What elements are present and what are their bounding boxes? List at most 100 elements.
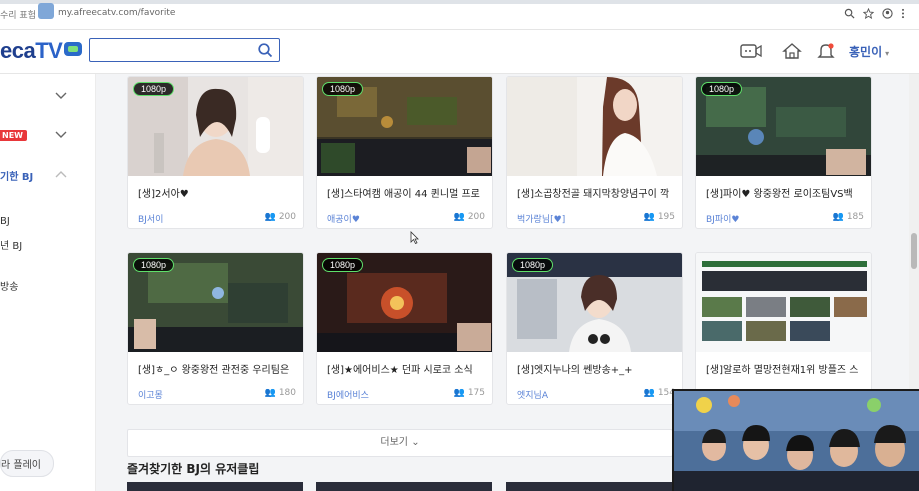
stream-thumbnail[interactable]: 1080p xyxy=(696,77,871,176)
stream-card[interactable]: 1080p [생]2서아♥ BJ서이 👥 200 xyxy=(127,76,304,229)
stream-card[interactable]: 1080p [생]스타여캠 애공이 44 퀸니멀 프로 애공이♥ 👥 200 xyxy=(316,76,493,229)
stream-meta: 이고몽 👥 180 xyxy=(138,388,296,401)
viewers-icon: 👥 xyxy=(643,388,658,398)
viewer-number: 195 xyxy=(657,212,675,222)
bj-name[interactable]: BJ에어비스 xyxy=(327,391,369,401)
stream-meta: BJ서이 👥 200 xyxy=(138,212,296,225)
clip-thumbnail[interactable] xyxy=(316,482,492,491)
logo-tv-text: TV xyxy=(35,38,63,63)
viewer-count: 👥 154 xyxy=(644,388,675,398)
stream-card[interactable]: [생]소곱창전골 돼지막창양념구이 깍 벅가랑님[♥] 👥 195 xyxy=(506,76,683,229)
scrollbar-thumb[interactable] xyxy=(911,233,917,269)
account-icon[interactable] xyxy=(882,8,893,19)
viewers-icon: 👥 xyxy=(643,212,658,222)
more-button[interactable]: 더보기 ⌄ xyxy=(127,429,673,457)
viewer-number: 180 xyxy=(278,388,296,398)
sidebar-item-favorite-bj[interactable]: 기한 BJ xyxy=(0,168,33,183)
bookmark-label[interactable]: 수리 표험 xyxy=(0,8,36,21)
browser-tab-strip xyxy=(0,0,919,4)
section-title: 즐겨찾기한 BJ의 유저클립 xyxy=(127,462,260,476)
viewers-icon: 👥 xyxy=(453,212,468,222)
stream-thumbnail[interactable]: 1080p xyxy=(128,77,303,176)
stream-thumbnail[interactable]: 1080p xyxy=(507,253,682,352)
viewer-count: 👥 195 xyxy=(644,212,675,222)
sidebar-item-bj[interactable]: BJ xyxy=(0,216,10,227)
bj-name[interactable]: 벅가랑님[♥] xyxy=(517,215,565,225)
stream-card[interactable]: 1080p [생]엣지누나의 쎈방송+_+ 엣지님A 👥 154 xyxy=(506,252,683,405)
address-bar[interactable]: my.afreecatv.com/favorite xyxy=(58,8,175,18)
viewers-icon: 👥 xyxy=(264,388,279,398)
stream-card[interactable]: 1080p [생]ㅎ_ㅇ 왕중왕전 관전중 우리팀은 이고몽 👥 180 xyxy=(127,252,304,405)
new-badge: NEW xyxy=(0,130,27,141)
zoom-icon[interactable] xyxy=(844,8,855,19)
stream-thumbnail[interactable]: 1080p xyxy=(128,253,303,352)
stream-card[interactable]: 1080p [생]★에어비스★ 던파 시로코 소식 BJ에어비스 👥 175 xyxy=(316,252,493,405)
bj-name[interactable]: BJ파이♥ xyxy=(706,215,739,225)
stream-title[interactable]: [생]ㅎ_ㅇ 왕중왕전 관전중 우리팀은 xyxy=(138,361,298,376)
stream-thumbnail[interactable]: 1080p xyxy=(317,253,492,352)
left-sidebar: NEW 기한 BJ BJ 년 BJ 방송 라 플레이 xyxy=(0,74,96,491)
tv-mascot-icon xyxy=(64,42,83,56)
viewer-count: 👥 200 xyxy=(265,212,296,222)
search-input[interactable] xyxy=(96,42,256,58)
quality-badge: 1080p xyxy=(322,258,364,272)
user-menu[interactable]: 홍민이 ▾ xyxy=(849,43,889,60)
viewer-count: 👥 200 xyxy=(454,212,485,222)
bj-name[interactable]: BJ서이 xyxy=(138,215,163,225)
stream-title[interactable]: [생]파이♥ 왕중왕전 로이조팀VS백 xyxy=(706,185,866,200)
mouse-cursor-icon xyxy=(410,231,419,244)
stream-title[interactable]: [생]알로하 멸망전현재1위 방플즈 스 xyxy=(706,361,866,376)
search-icon[interactable] xyxy=(257,42,273,58)
stream-meta: BJ에어비스 👥 175 xyxy=(327,388,485,401)
stream-thumbnail[interactable] xyxy=(507,77,682,176)
site-logo[interactable]: ecaTV xyxy=(0,38,83,64)
viewer-count: 👥 180 xyxy=(265,388,296,398)
stream-thumbnail[interactable] xyxy=(696,253,871,352)
stream-thumbnail[interactable]: 1080p xyxy=(317,77,492,176)
stream-title[interactable]: [생]소곱창전골 돼지막창양념구이 깍 xyxy=(517,185,677,200)
broadcast-icon[interactable] xyxy=(740,42,762,60)
stream-title[interactable]: [생]엣지누나의 쎈방송+_+ xyxy=(517,361,677,376)
browser-icons xyxy=(844,8,905,19)
auto-play-button[interactable]: 라 플레이 xyxy=(0,450,54,477)
logo-text: eca xyxy=(0,38,36,63)
search-box xyxy=(89,38,280,62)
stream-meta: 엣지님A 👥 154 xyxy=(517,388,675,401)
viewers-icon: 👥 xyxy=(453,388,468,398)
viewer-count: 👥 175 xyxy=(454,388,485,398)
stream-title[interactable]: [생]★에어비스★ 던파 시로코 소식 xyxy=(327,361,487,376)
thumbnail-image xyxy=(696,253,871,352)
more-button-label: 더보기 xyxy=(380,437,409,448)
home-icon[interactable] xyxy=(781,42,803,60)
bj-name[interactable]: 애공이♥ xyxy=(327,215,360,225)
chevron-up-icon[interactable] xyxy=(55,170,67,178)
clip-thumbnail[interactable] xyxy=(127,482,303,491)
quality-badge: 1080p xyxy=(133,258,175,272)
sidebar-item-year-bj[interactable]: 년 BJ xyxy=(0,237,22,252)
bj-name[interactable]: 엣지님A xyxy=(517,391,548,401)
viewers-icon: 👥 xyxy=(832,212,847,222)
viewer-number: 200 xyxy=(278,212,296,222)
bell-icon[interactable] xyxy=(815,42,837,60)
stream-title[interactable]: [생]2서아♥ xyxy=(138,185,298,200)
webcam-image xyxy=(674,391,919,491)
chevron-down-icon[interactable] xyxy=(55,92,67,100)
chevron-down-icon: ▾ xyxy=(885,49,890,58)
clip-thumbnail[interactable] xyxy=(506,482,682,491)
stream-card[interactable]: 1080p [생]파이♥ 왕중왕전 로이조팀VS백 BJ파이♥ 👥 185 xyxy=(695,76,872,229)
stream-title[interactable]: [생]스타여캠 애공이 44 퀸니멀 프로 xyxy=(327,185,487,200)
stream-card[interactable]: [생]알로하 멸망전현재1위 방플즈 스 xyxy=(695,252,872,405)
favicon-icon xyxy=(38,3,54,19)
star-icon[interactable] xyxy=(863,8,874,19)
webcam-overlay xyxy=(672,389,919,491)
bj-name[interactable]: 이고몽 xyxy=(138,391,163,401)
chevron-down-icon[interactable] xyxy=(55,131,67,139)
menu-icon[interactable] xyxy=(901,8,905,19)
stream-meta: 벅가랑님[♥] 👥 195 xyxy=(517,212,675,225)
viewer-number: 185 xyxy=(846,212,864,222)
stream-meta: BJ파이♥ 👥 185 xyxy=(706,212,864,225)
quality-badge: 1080p xyxy=(512,258,554,272)
viewers-icon: 👥 xyxy=(264,212,279,222)
viewer-number: 200 xyxy=(467,212,485,222)
sidebar-item-broadcast[interactable]: 방송 xyxy=(0,278,18,293)
